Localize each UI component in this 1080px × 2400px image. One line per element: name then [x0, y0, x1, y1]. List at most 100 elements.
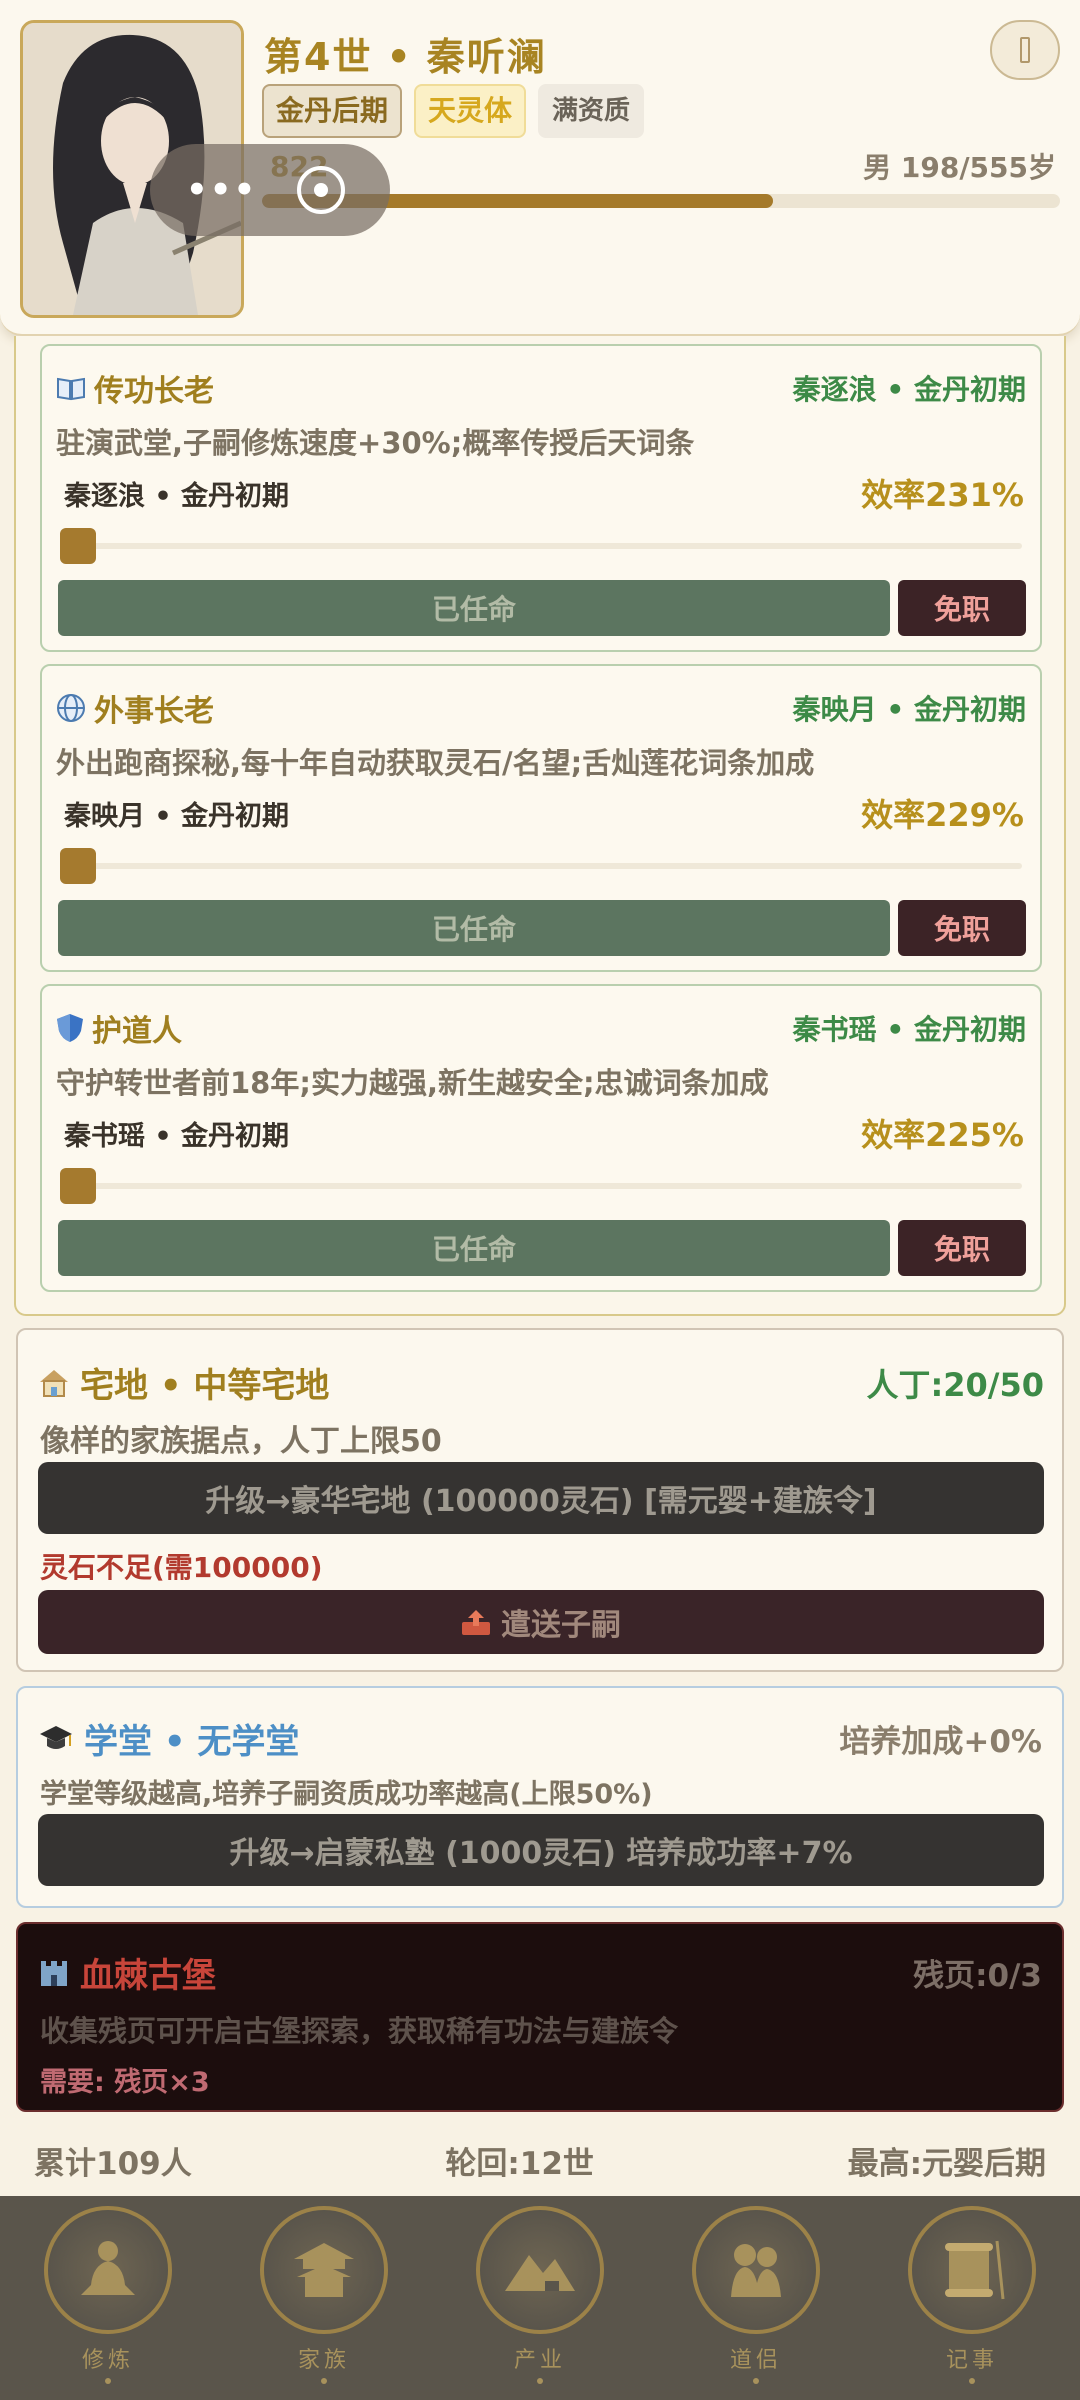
slider-track[interactable]: [70, 863, 1022, 869]
elder-name-row: 外事长老: [56, 686, 214, 730]
elder-efficiency: 效率229%: [861, 796, 1024, 834]
elder-slider[interactable]: [60, 848, 1022, 884]
pavilion-icon: [260, 2206, 388, 2334]
elder-holder: 秦书瑶 • 金丹初期: [792, 1013, 1026, 1046]
nav-dot: [321, 2378, 327, 2384]
slider-knob[interactable]: [60, 528, 96, 564]
more-icon[interactable]: •••: [186, 170, 257, 210]
send-offspring-button[interactable]: 遣送子嗣: [38, 1590, 1044, 1654]
appointed-button[interactable]: 已任命: [58, 900, 890, 956]
badge-row: 金丹后期 天灵体 满资质: [262, 84, 645, 138]
slider-knob[interactable]: [60, 1168, 96, 1204]
body-badge: 天灵体: [414, 84, 527, 138]
elder-description: 外出跑商探秘,每十年自动获取灵石/名望;舌灿莲花词条加成: [56, 746, 815, 780]
menu-button[interactable]: [990, 20, 1060, 80]
nav-label: 产业: [513, 2348, 566, 2373]
graduation-cap-icon: [40, 1725, 72, 1749]
school-description: 学堂等级越高,培养子嗣资质成功率越高(上限50%): [40, 1779, 653, 1810]
insufficient-stones-warning: 灵石不足(需100000): [40, 1551, 323, 1584]
scroll-icon: [908, 2206, 1036, 2334]
highest-realm: 最高:元婴后期: [847, 2146, 1046, 2182]
nav-dot: [537, 2378, 543, 2384]
gender-age: 男 198/555岁: [863, 151, 1056, 184]
book-icon: [57, 377, 85, 401]
mountain-icon: [476, 2206, 604, 2334]
castle-card[interactable]: 血棘古堡 残页:0/3 收集残页可开启古堡探索，获取稀有功法与建族令 需要: 残…: [16, 1922, 1064, 2112]
total-members: 累计109人: [34, 2146, 192, 2182]
elder-card-guardian: 护道人 秦书瑶 • 金丹初期 守护转世者前18年;实力越强,新生越安全;忠诚词条…: [40, 984, 1042, 1292]
nav-label: 记事: [945, 2348, 998, 2373]
reincarnation-cycles: 轮回:12世: [445, 2146, 594, 2182]
upgrade-school-button[interactable]: 升级→启蒙私塾 (1000灵石) 培养成功率+7%: [38, 1814, 1044, 1886]
elder-name-row: 护道人: [56, 1006, 182, 1050]
slider-knob[interactable]: [60, 848, 96, 884]
elder-assignee[interactable]: 秦书瑶 • 金丹初期: [64, 1114, 289, 1153]
nav-dot: [105, 2378, 111, 2384]
globe-icon: [57, 694, 85, 722]
menu-icon: [1020, 37, 1030, 63]
housing-title: 宅地 • 中等宅地: [80, 1366, 330, 1406]
elder-role: 护道人: [92, 1014, 182, 1049]
nav-item-family[interactable]: 家族: [254, 2196, 394, 2384]
elder-efficiency: 效率231%: [861, 476, 1024, 514]
bottom-navigation: 修炼 家族 产业 道侣 记事: [0, 2196, 1080, 2400]
appointed-button[interactable]: 已任命: [58, 1220, 890, 1276]
couple-icon: [692, 2206, 820, 2334]
slider-track[interactable]: [70, 1183, 1022, 1189]
appointed-button[interactable]: 已任命: [58, 580, 890, 636]
nav-item-chronicle[interactable]: 记事: [902, 2196, 1042, 2384]
elder-slider[interactable]: [60, 1168, 1022, 1204]
summary-stats: 累计109人 轮回:12世 最高:元婴后期: [34, 2138, 1046, 2183]
school-card: 学堂 • 无学堂 培养加成+0% 学堂等级越高,培养子嗣资质成功率越高(上限50…: [16, 1686, 1064, 1908]
realm-badge: 金丹后期: [262, 84, 403, 138]
elder-efficiency: 效率225%: [861, 1116, 1024, 1154]
dismiss-button[interactable]: 免职: [898, 900, 1026, 956]
housing-heading: 宅地 • 中等宅地: [38, 1358, 329, 1407]
elder-slider[interactable]: [60, 528, 1022, 564]
outbox-icon: [462, 1610, 490, 1635]
elder-card-external: 外事长老 秦映月 • 金丹初期 外出跑商探秘,每十年自动获取灵石/名望;舌灿莲花…: [40, 664, 1042, 972]
elder-description: 驻演武堂,子嗣修炼速度+30%;概率传授后天词条: [56, 426, 695, 460]
castle-description: 收集残页可开启古堡探索，获取稀有功法与建族令: [40, 2014, 679, 2048]
nav-label: 道侣: [729, 2348, 782, 2373]
nav-label: 修炼: [81, 2348, 134, 2373]
training-bonus: 培养加成+0%: [839, 1724, 1042, 1760]
character-header: 第4世•秦听澜 金丹后期 天灵体 满资质 822 男 198/555岁 •••: [0, 0, 1080, 336]
elders-panel: 传功长老 秦逐浪 • 金丹初期 驻演武堂,子嗣修炼速度+30%;概率传授后天词条…: [14, 336, 1066, 1316]
nav-item-companion[interactable]: 道侣: [686, 2196, 826, 2384]
elder-holder: 秦映月 • 金丹初期: [792, 693, 1026, 726]
castle-requirement: 需要: 残页×3: [40, 2067, 210, 2098]
record-icon[interactable]: [297, 166, 346, 214]
house-icon: [40, 1369, 68, 1397]
floating-control[interactable]: •••: [150, 144, 390, 236]
elder-assignee[interactable]: 秦映月 • 金丹初期: [64, 794, 289, 833]
elder-holder: 秦逐浪 • 金丹初期: [792, 373, 1026, 406]
slider-track[interactable]: [70, 543, 1022, 549]
castle-icon: [41, 1960, 67, 1986]
generation-label: 第4世: [264, 35, 373, 79]
elder-role: 传功长老: [94, 374, 214, 409]
population-count: 人丁:20/50: [866, 1366, 1044, 1404]
elder-role: 外事长老: [94, 694, 214, 729]
elder-assignee[interactable]: 秦逐浪 • 金丹初期: [64, 474, 289, 513]
nav-item-cultivate[interactable]: 修炼: [38, 2196, 178, 2384]
upgrade-housing-button[interactable]: 升级→豪华宅地 (100000灵石) [需元婴+建族令]: [38, 1462, 1044, 1534]
nav-dot: [969, 2378, 975, 2384]
dismiss-button[interactable]: 免职: [898, 1220, 1026, 1276]
housing-description: 像样的家族据点，人丁上限50: [40, 1424, 442, 1459]
nav-label: 家族: [297, 2348, 350, 2373]
send-offspring-label: 遣送子嗣: [501, 1608, 621, 1643]
shield-icon: [57, 1014, 83, 1042]
housing-card: 宅地 • 中等宅地 人丁:20/50 像样的家族据点，人丁上限50 升级→豪华宅…: [16, 1328, 1064, 1672]
elder-description: 守护转世者前18年;实力越强,新生越安全;忠诚词条加成: [56, 1066, 769, 1100]
character-title: 第4世 • 秦听澜: [264, 26, 547, 81]
title-separator: •: [386, 35, 413, 79]
aptitude-badge: 满资质: [538, 84, 645, 138]
nav-item-industry[interactable]: 产业: [470, 2196, 610, 2384]
elder-card-teaching: 传功长老 秦逐浪 • 金丹初期 驻演武堂,子嗣修炼速度+30%;概率传授后天词条…: [40, 344, 1042, 652]
school-heading: 学堂 • 无学堂: [38, 1714, 299, 1763]
castle-title: 血棘古堡: [80, 1956, 216, 1996]
fragment-count: 残页:0/3: [913, 1958, 1042, 1994]
school-title: 学堂 • 无学堂: [84, 1722, 300, 1762]
dismiss-button[interactable]: 免职: [898, 580, 1026, 636]
